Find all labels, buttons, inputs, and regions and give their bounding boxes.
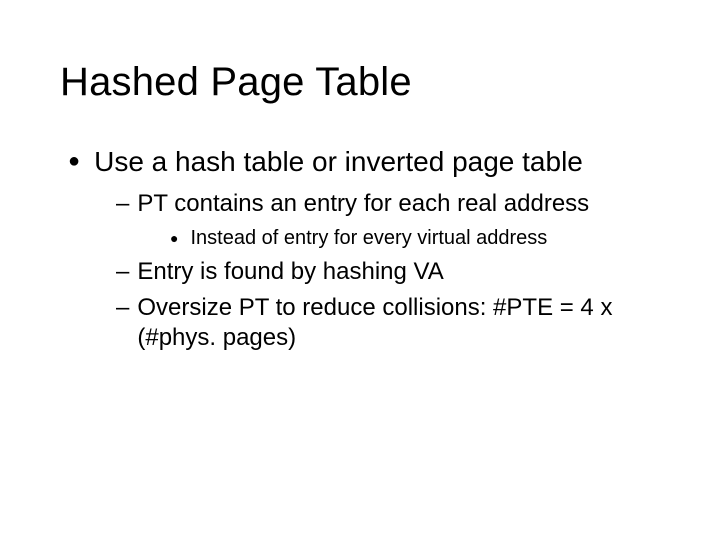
bullet-text: Instead of entry for every virtual addre… xyxy=(190,225,547,251)
bullet-dot-icon: ● xyxy=(68,145,80,177)
bullet-level2: – Entry is found by hashing VA xyxy=(116,257,680,287)
bullet-dash-icon: – xyxy=(116,293,129,323)
bullet-text: Use a hash table or inverted page table xyxy=(94,145,583,179)
bullet-text: Oversize PT to reduce collisions: #PTE =… xyxy=(137,293,677,353)
bullet-dot-icon: ● xyxy=(170,225,178,251)
bullet-dash-icon: – xyxy=(116,257,129,287)
bullet-level2: – PT contains an entry for each real add… xyxy=(116,189,680,219)
bullet-level3: ● Instead of entry for every virtual add… xyxy=(170,225,680,251)
bullet-text: Entry is found by hashing VA xyxy=(137,257,443,287)
slide-title: Hashed Page Table xyxy=(60,60,680,105)
bullet-dash-icon: – xyxy=(116,189,129,219)
slide: Hashed Page Table ● Use a hash table or … xyxy=(0,0,720,540)
bullet-level2: – Oversize PT to reduce collisions: #PTE… xyxy=(116,293,680,353)
bullet-level1: ● Use a hash table or inverted page tabl… xyxy=(68,145,680,179)
bullet-text: PT contains an entry for each real addre… xyxy=(137,189,589,219)
